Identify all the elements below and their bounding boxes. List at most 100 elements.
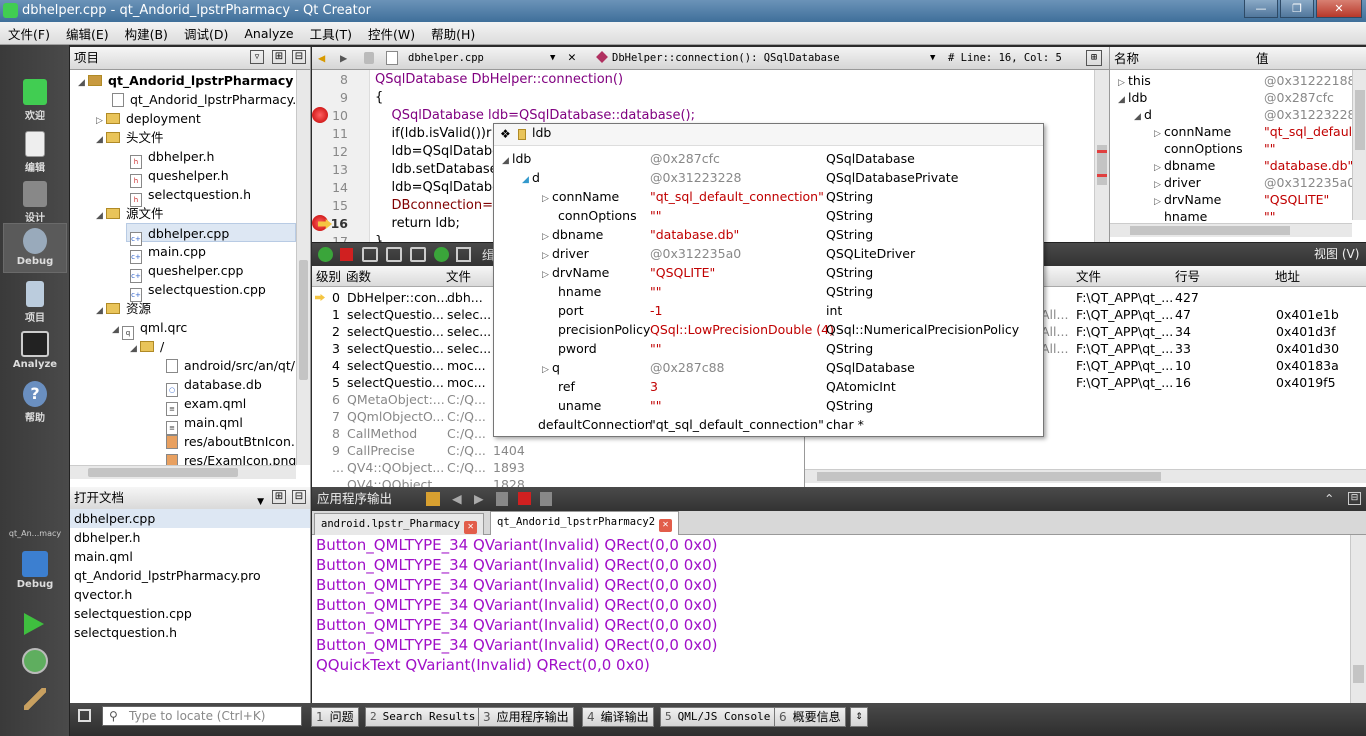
split-icon[interactable]: ⊞ — [272, 50, 286, 64]
tooltip-row[interactable]: ▷ driver — [542, 244, 589, 263]
close-panel-icon[interactable]: ⊟ — [1348, 492, 1361, 505]
restart-icon[interactable] — [434, 247, 449, 262]
scrollbar-thumb[interactable] — [1353, 665, 1364, 683]
stop-icon[interactable] — [340, 248, 353, 261]
menu-build[interactable]: 构建(B) — [117, 24, 176, 43]
tree-item-file[interactable]: c+ selectquestion.cpp — [130, 280, 266, 302]
tree-item-headers[interactable]: ◢ 头文件 — [96, 128, 164, 147]
open-doc-item[interactable]: main.qml — [74, 547, 133, 566]
maximize-panel-icon[interactable]: ⌃ — [1324, 487, 1334, 510]
maximize-button[interactable]: ❐ — [1280, 0, 1314, 18]
application-output[interactable]: Button_QMLTYPE_34 QVariant(Invalid) QRec… — [312, 535, 1366, 703]
tree-item-prefix[interactable]: ◢ / — [130, 337, 164, 356]
locals-vscrollbar[interactable] — [1352, 70, 1366, 220]
chevron-down-icon[interactable]: ▼ — [550, 47, 555, 69]
split-icon[interactable]: ⊞ — [1086, 50, 1102, 66]
breakpoint-file[interactable]: F:\QT_APP\qt_... — [1076, 340, 1173, 357]
tree-item-file[interactable]: ≡ exam.qml — [166, 394, 246, 416]
output-pane-tab-general[interactable]: 6 概要信息 — [774, 707, 846, 727]
locals-row[interactable]: ▷ dbname — [1154, 157, 1215, 174]
column-header-function[interactable]: 函数 — [346, 266, 371, 287]
tree-item-deployment[interactable]: ▷ deployment — [96, 109, 201, 128]
tooltip-row[interactable]: ▷ q — [542, 358, 560, 377]
stack-function[interactable]: CallPrecise — [347, 442, 415, 459]
menu-file[interactable]: 文件(F) — [0, 24, 58, 43]
stack-function[interactable]: selectQuestio... — [347, 306, 444, 323]
pin-icon[interactable]: ❖ — [500, 127, 511, 141]
tooltip-row[interactable]: pword — [558, 339, 597, 358]
editor-vscrollbar[interactable] — [1094, 70, 1109, 242]
menu-debug[interactable]: 调试(D) — [176, 24, 236, 43]
column-header-value[interactable]: 值 — [1256, 47, 1269, 70]
mode-help[interactable]: ? 帮助 — [3, 377, 67, 425]
tooltip-row[interactable]: ▷ connName — [542, 187, 619, 206]
tree-item-resources[interactable]: ◢ 资源 — [96, 299, 151, 318]
scrollbar-thumb[interactable] — [88, 468, 238, 477]
stack-function[interactable]: selectQuestio... — [347, 357, 444, 374]
run-icon[interactable] — [24, 613, 44, 635]
previous-icon[interactable]: ◀ — [452, 487, 462, 510]
close-pane-icon[interactable]: ⊟ — [292, 490, 306, 504]
tree-project-root[interactable]: ◢ qt_Andorid_lpstrPharmacy — [78, 71, 293, 90]
close-tab-icon[interactable]: ✕ — [464, 521, 478, 534]
open-doc-item[interactable]: dbhelper.h — [74, 528, 140, 547]
tree-item-file[interactable]: c+ main.cpp — [130, 242, 206, 264]
tree-item-file[interactable]: ≡ main.qml — [166, 413, 243, 435]
tooltip-row[interactable]: connOptions — [558, 206, 637, 225]
stack-function[interactable]: QV4::QObject... — [347, 459, 444, 476]
split-icon[interactable]: ⊞ — [272, 490, 286, 504]
stack-function[interactable]: CallMethod — [347, 425, 417, 442]
close-pane-icon[interactable]: ⊟ — [292, 50, 306, 64]
output-pane-tab-app-output[interactable]: 3 应用程序输出 — [478, 707, 574, 727]
output-pane-tab-search[interactable]: 2 Search Results — [365, 707, 481, 727]
tooltip-row[interactable]: uname — [558, 396, 601, 415]
tooltip-row[interactable]: precisionPolicy — [558, 320, 650, 339]
tooltip-row[interactable]: ◢ ldb — [502, 149, 531, 168]
tree-item-file[interactable]: h dbhelper.h — [130, 147, 214, 169]
minimize-button[interactable]: — — [1244, 0, 1278, 18]
tree-item-file[interactable]: ○ database.db — [166, 375, 262, 397]
operate-by-instruction-icon[interactable] — [456, 247, 471, 262]
locals-row[interactable]: ▷ drvName — [1154, 191, 1221, 208]
close-tab-icon[interactable]: ✕ — [659, 519, 673, 532]
cursor-position[interactable]: # Line: 16, Col: 5 — [948, 47, 1062, 69]
scrollbar-thumb[interactable] — [299, 260, 308, 380]
project-tree-hscrollbar[interactable] — [70, 465, 296, 479]
more-tabs-icon[interactable]: ⇕ — [850, 707, 868, 727]
locals-row[interactable]: ▷ this — [1118, 72, 1151, 89]
output-pane-tab-qml-console[interactable]: 5 QML/JS Console — [660, 707, 776, 727]
tooltip-row[interactable]: defaultConnection — [538, 415, 653, 434]
open-doc-item-selected[interactable]: dbhelper.cpp — [70, 509, 310, 528]
menu-analyze[interactable]: Analyze — [236, 26, 301, 41]
output-pane-tab-issues[interactable]: 1 问题 — [311, 707, 359, 727]
mode-projects[interactable]: 项目 — [3, 277, 67, 325]
document-selector[interactable]: dbhelper.cpp — [408, 47, 484, 69]
tooltip-row[interactable]: ▷ drvName — [542, 263, 609, 282]
scrollbar-thumb[interactable] — [817, 472, 1161, 481]
breakpoint-file[interactable]: F:\QT_APP\qt_... — [1076, 357, 1173, 374]
breakpoint-file[interactable]: F:\QT_APP\qt_... — [1076, 306, 1173, 323]
kit-selector[interactable]: Debug — [3, 547, 67, 595]
stack-function[interactable]: selectQuestio... — [347, 340, 444, 357]
stack-function[interactable]: QV4::QObject... — [347, 476, 444, 487]
output-tab-active[interactable]: qt_Andorid_lpstrPharmacy2 ✕ — [490, 511, 680, 535]
tree-item-pro[interactable]: qt_Andorid_lpstrPharmacy.p — [112, 90, 296, 109]
column-header-name[interactable]: 名称 — [1114, 47, 1139, 70]
build-hammer-icon[interactable] — [24, 688, 46, 710]
stop-app-icon[interactable] — [518, 492, 531, 505]
tree-item-file[interactable]: res/aboutBtnIcon.p — [166, 432, 296, 451]
sidebar-toggle-icon[interactable] — [78, 709, 91, 722]
views-menu[interactable]: 视图 (V) — [1314, 245, 1359, 262]
close-button[interactable]: ✕ — [1316, 0, 1362, 18]
column-header-file[interactable]: 文件 — [446, 266, 471, 287]
debug-run-icon[interactable] — [22, 648, 48, 674]
locals-row[interactable]: ▷ driver — [1154, 174, 1201, 191]
stack-function[interactable]: DbHelper::con... — [347, 289, 448, 306]
breakpoints-hscrollbar[interactable] — [805, 469, 1366, 483]
menu-tools[interactable]: 工具(T) — [302, 24, 360, 43]
column-header-file[interactable]: 文件 — [1076, 266, 1101, 287]
column-header-line[interactable]: 行号 — [1175, 266, 1200, 287]
locals-row[interactable]: connOptions — [1164, 140, 1243, 157]
next-icon[interactable]: ▶ — [474, 487, 484, 510]
forward-arrow-icon[interactable]: ▶ — [340, 47, 347, 69]
